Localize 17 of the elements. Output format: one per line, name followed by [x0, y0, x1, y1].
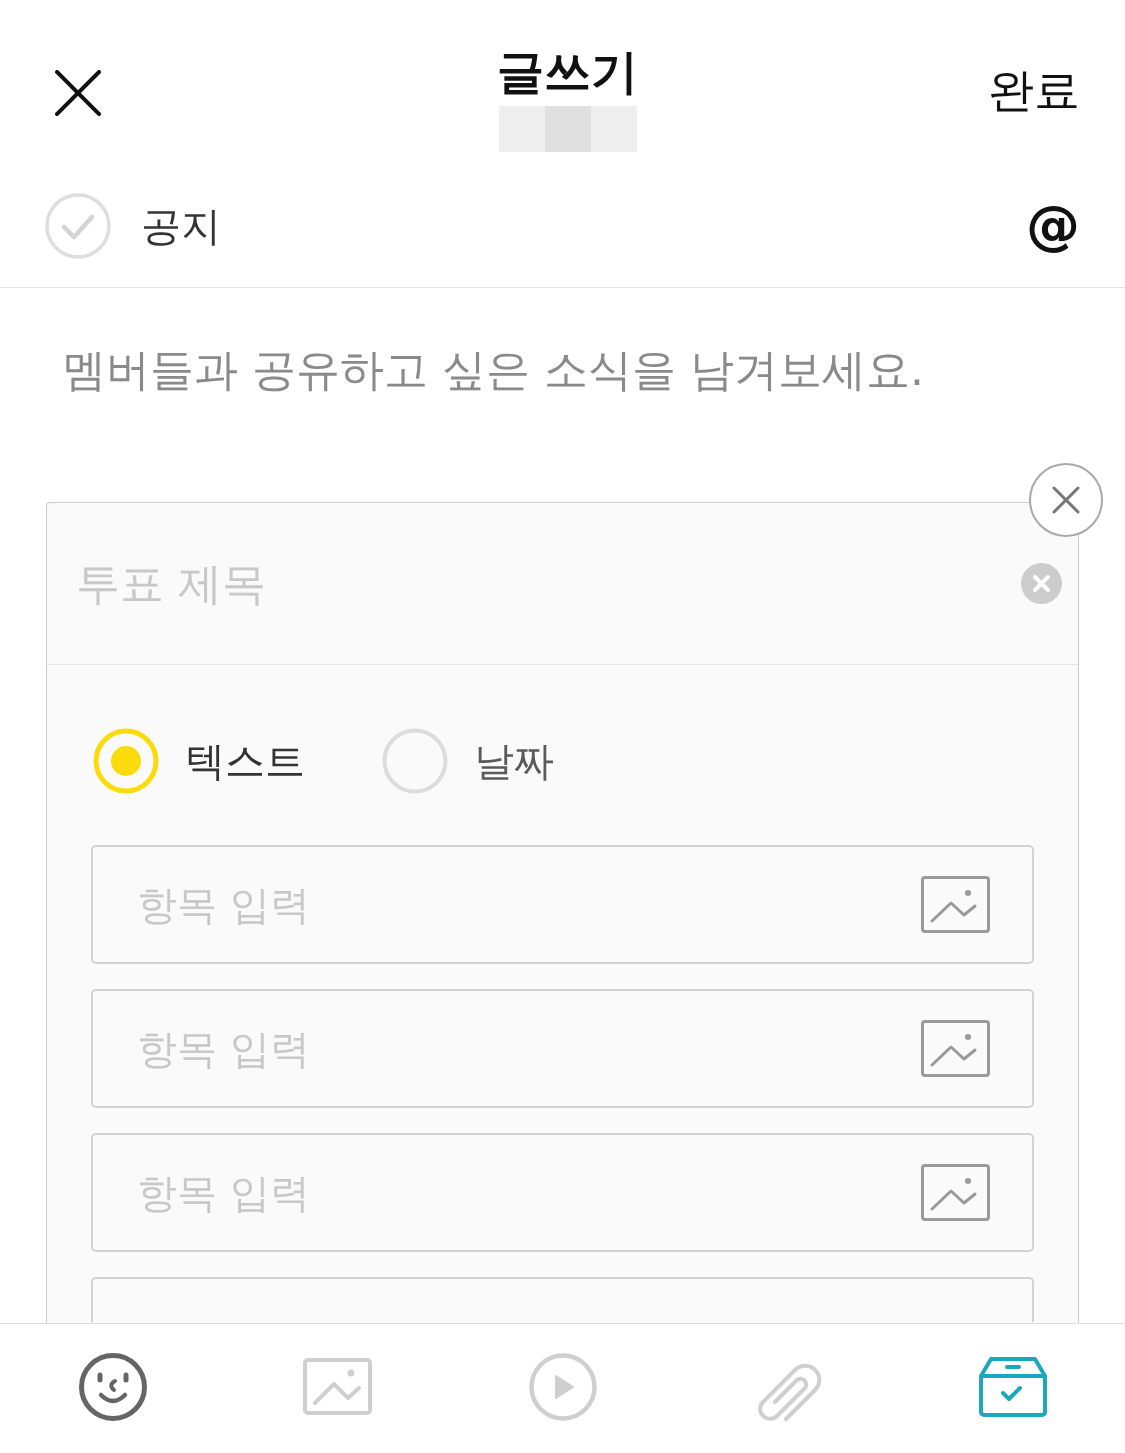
- image-icon[interactable]: [921, 1020, 990, 1077]
- notice-checkbox[interactable]: [45, 192, 111, 259]
- close-icon[interactable]: [55, 70, 101, 116]
- checked-box-icon[interactable]: [977, 1355, 1048, 1418]
- radio-button[interactable]: [93, 728, 159, 794]
- option-input-field[interactable]: [91, 1277, 1034, 1322]
- clear-icon[interactable]: [1021, 563, 1062, 604]
- image-icon[interactable]: [921, 1164, 990, 1221]
- radio-button[interactable]: [382, 728, 448, 794]
- mention-button[interactable]: @: [1026, 193, 1080, 258]
- page-title: 글쓰기: [497, 43, 638, 101]
- notice-label: 공지: [141, 201, 221, 251]
- radio-label: 날짜: [474, 737, 554, 786]
- radio-label: 텍스트: [185, 737, 305, 786]
- smiley-icon[interactable]: [78, 1352, 147, 1421]
- image-icon[interactable]: [921, 876, 990, 933]
- done-button[interactable]: 완료: [988, 62, 1080, 118]
